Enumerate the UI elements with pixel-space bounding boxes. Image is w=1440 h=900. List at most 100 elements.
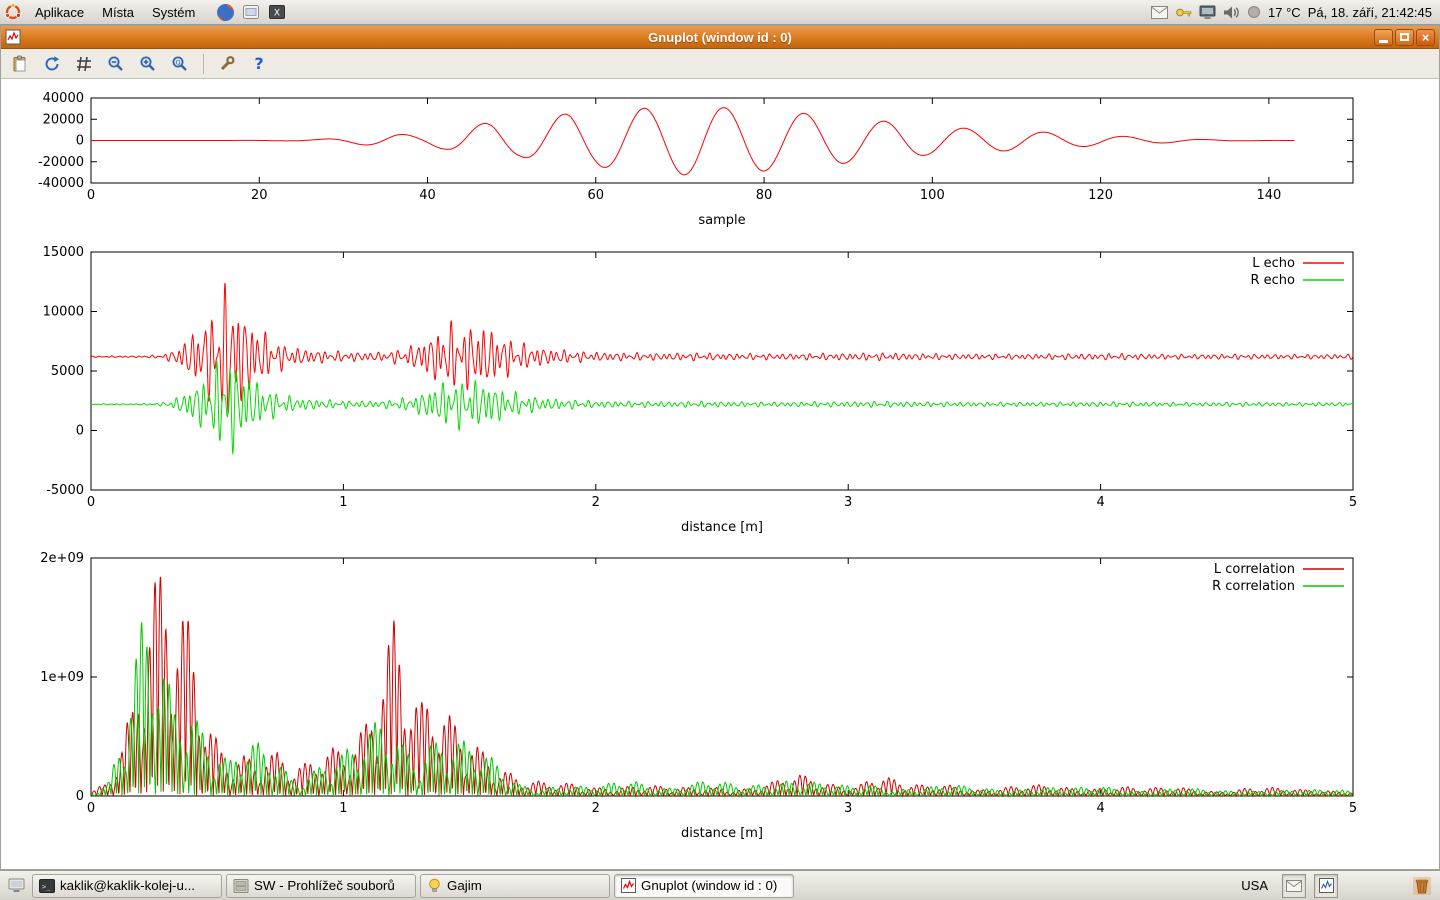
weather-icon[interactable] <box>1247 5 1261 19</box>
gnuplot-window: Gnuplot (window id : 0) × <box>0 25 1440 870</box>
autoscale-button[interactable]: Q <box>167 51 193 77</box>
series-L-echo <box>91 283 1353 413</box>
show-desktop-icon <box>8 878 25 893</box>
svg-text:X: X <box>274 9 280 19</box>
zoom-previous-button[interactable] <box>103 51 129 77</box>
x-tick-label: 60 <box>588 188 605 203</box>
task-label: Gnuplot (window id : 0) <box>641 878 777 893</box>
maximize-icon <box>1400 33 1409 41</box>
x-tick-label: 2 <box>592 801 600 816</box>
y-tick-label: 2e+09 <box>40 551 84 566</box>
taskbar: >_ kaklik@kaklik-kolej-u... SW - Prohlíž… <box>0 870 1440 900</box>
weather-temp: 17 °C <box>1268 5 1301 20</box>
legend-label: L correlation <box>1214 562 1295 577</box>
x-tick-label: 80 <box>756 188 773 203</box>
mail-tray-icon <box>1286 880 1302 892</box>
autoscale-icon: Q <box>171 55 189 73</box>
plot-frame <box>91 252 1353 490</box>
task-file-manager[interactable]: SW - Prohlížeč souborů <box>226 874 416 898</box>
plot-frame <box>91 558 1353 796</box>
y-tick-label: 0 <box>76 134 84 149</box>
task-terminal[interactable]: >_ kaklik@kaklik-kolej-u... <box>32 874 222 898</box>
y-tick-label: 5000 <box>51 364 84 379</box>
copy-icon <box>11 55 29 73</box>
legend-label: R echo <box>1250 273 1295 288</box>
x-tick-label: 0 <box>87 495 95 510</box>
close-icon: × <box>1422 31 1430 44</box>
y-tick-label: -20000 <box>38 155 84 170</box>
legend-label: L echo <box>1252 256 1295 271</box>
zoom-previous-icon <box>107 55 125 73</box>
configure-icon <box>218 55 236 73</box>
taskbar-tray: USA <box>1235 874 1436 898</box>
help-button[interactable]: ? <box>246 51 272 77</box>
file-manager-icon <box>233 879 249 893</box>
task-gnuplot[interactable]: Gnuplot (window id : 0) <box>614 874 794 898</box>
chart-echo[interactable]: 012345-5000050001000015000distance [m]L … <box>1 243 1439 543</box>
mail-tray-button[interactable] <box>1282 874 1306 898</box>
chart-correlation[interactable]: 01234501e+092e+09distance [m]L correlati… <box>1 549 1439 849</box>
grid-button[interactable] <box>71 51 97 77</box>
maximize-button[interactable] <box>1395 29 1414 46</box>
xterm-launcher-icon[interactable]: X <box>266 1 288 23</box>
copy-button[interactable] <box>7 51 33 77</box>
close-button[interactable]: × <box>1416 29 1435 46</box>
chart-tray-button[interactable] <box>1314 874 1338 898</box>
trash-icon <box>1412 876 1432 896</box>
y-tick-label: 1e+09 <box>40 670 84 685</box>
menu-applications[interactable]: Aplikace <box>26 0 93 25</box>
volume-icon[interactable] <box>1223 5 1240 20</box>
x-tick-label: 0 <box>87 188 95 203</box>
toolbar-separator <box>203 54 204 74</box>
y-tick-label: 0 <box>76 789 84 804</box>
chart-sample-waveform[interactable]: 020406080100120140-40000-200000200004000… <box>1 89 1439 235</box>
minimize-button[interactable] <box>1374 29 1393 46</box>
series-line0 <box>91 108 1294 175</box>
x-tick-label: 5 <box>1349 495 1357 510</box>
svg-text:>_: >_ <box>42 883 51 891</box>
show-desktop-button[interactable] <box>4 874 28 898</box>
gnuplot-icon <box>621 878 636 893</box>
remote-screen-icon[interactable] <box>1199 5 1216 20</box>
keyboard-layout-indicator[interactable]: USA <box>1235 878 1274 893</box>
x-tick-label: 0 <box>87 801 95 816</box>
x-tick-label: 4 <box>1096 801 1104 816</box>
zoom-next-icon <box>139 55 157 73</box>
x-tick-label: 20 <box>251 188 268 203</box>
x-axis-label: distance [m] <box>681 520 763 535</box>
key-icon[interactable] <box>1175 5 1192 20</box>
y-tick-label: -5000 <box>46 483 84 498</box>
trash-button[interactable] <box>1412 876 1432 896</box>
y-tick-label: 15000 <box>43 245 84 260</box>
clock[interactable]: Pá, 18. září, 21:42:45 <box>1308 5 1432 20</box>
task-gajim[interactable]: Gajim <box>420 874 610 898</box>
x-axis-label: sample <box>698 213 745 228</box>
x-tick-label: 3 <box>844 801 852 816</box>
replot-icon <box>43 55 61 73</box>
zoom-next-button[interactable] <box>135 51 161 77</box>
app-launcher-icon[interactable] <box>240 1 262 23</box>
gajim-icon <box>427 878 442 893</box>
svg-text:Q: Q <box>175 58 180 66</box>
menu-system[interactable]: Systém <box>143 0 204 25</box>
y-tick-label: 0 <box>76 424 84 439</box>
window-titlebar[interactable]: Gnuplot (window id : 0) × <box>1 26 1439 49</box>
x-tick-label: 140 <box>1256 188 1281 203</box>
task-label: SW - Prohlížeč souborů <box>254 878 395 893</box>
x-tick-label: 1 <box>339 801 347 816</box>
x-axis-label: distance [m] <box>681 826 763 841</box>
configure-button[interactable] <box>214 51 240 77</box>
x-tick-label: 3 <box>844 495 852 510</box>
ubuntu-menu-icon[interactable] <box>2 1 24 23</box>
panel-tray: 17 °C Pá, 18. září, 21:42:45 <box>1151 5 1440 20</box>
mail-icon[interactable] <box>1151 6 1168 19</box>
menu-places[interactable]: Místa <box>93 0 143 25</box>
x-tick-label: 1 <box>339 495 347 510</box>
desktop: Aplikace Místa Systém X <box>0 0 1440 900</box>
replot-button[interactable] <box>39 51 65 77</box>
task-label: kaklik@kaklik-kolej-u... <box>60 878 195 893</box>
x-tick-label: 120 <box>1088 188 1113 203</box>
y-tick-label: -40000 <box>38 176 84 191</box>
firefox-launcher-icon[interactable] <box>214 1 236 23</box>
x-tick-label: 4 <box>1096 495 1104 510</box>
